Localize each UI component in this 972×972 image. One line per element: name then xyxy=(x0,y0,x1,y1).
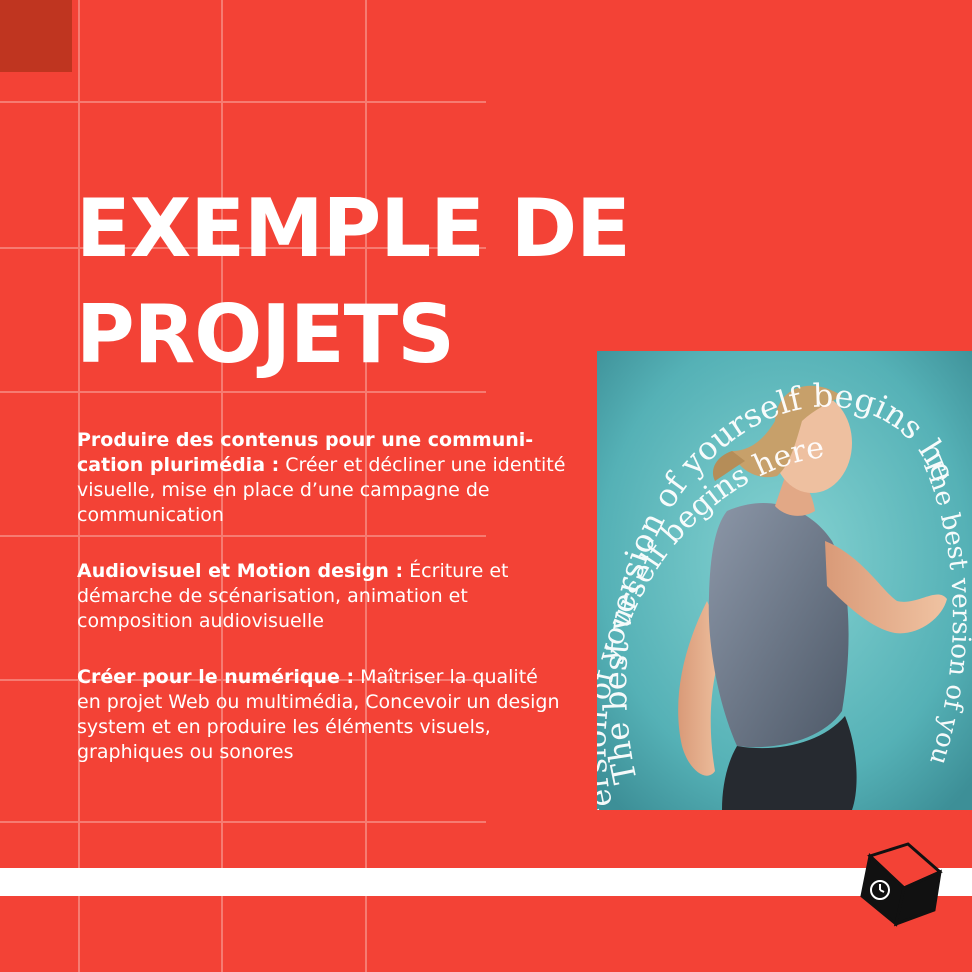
footer-bar xyxy=(0,868,972,896)
project-item-lead: Audiovisuel et Motion design : xyxy=(77,560,404,582)
project-item: Audiovisuel et Motion design : Écriture … xyxy=(77,559,567,634)
title-line-1: EXEMPLE DE xyxy=(76,182,631,275)
project-item: Créer pour le numérique : Maîtriser la q… xyxy=(77,665,567,765)
project-item-lead: Créer pour le numérique : xyxy=(77,666,355,688)
page-title: EXEMPLE DE PROJETS xyxy=(76,176,631,388)
project-list: Produire des contenus pour une communi-c… xyxy=(77,428,567,796)
runner-photo: The best version of yourself begins here… xyxy=(597,351,972,810)
cube-logo-icon xyxy=(860,842,943,927)
title-line-2: PROJETS xyxy=(76,288,455,381)
slide: EXEMPLE DE PROJETS Produire des contenus… xyxy=(0,0,972,972)
project-item: Produire des contenus pour une communi-c… xyxy=(77,428,567,528)
